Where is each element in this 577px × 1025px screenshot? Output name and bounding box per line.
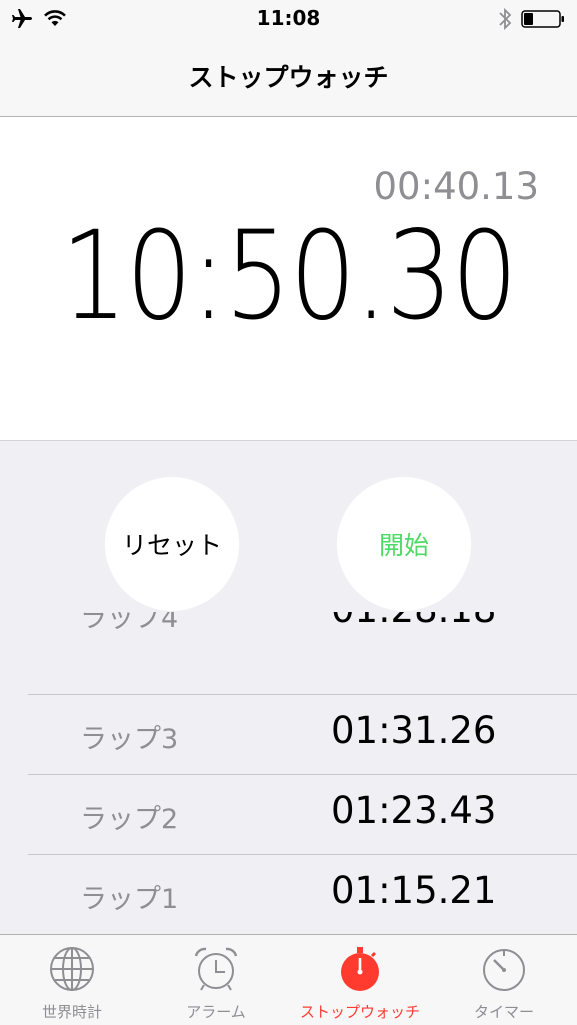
- lap-label: ラップ3: [80, 724, 179, 755]
- page-title: ストップウォッチ: [188, 63, 389, 92]
- tab-world-clock[interactable]: 世界時計: [0, 935, 144, 1025]
- stopwatch-icon: [341, 947, 379, 991]
- tab-label: タイマー: [473, 1003, 534, 1021]
- nav-bar: ストップウォッチ: [0, 38, 577, 117]
- list-item: ラップ3 01:31.26: [28, 694, 577, 774]
- bluetooth-icon: [499, 7, 512, 31]
- timer-icon: [483, 949, 525, 991]
- list-item: ラップ1 01:15.21: [28, 854, 577, 934]
- timer-display: 00:40.13 10:50.30: [0, 117, 577, 441]
- lap-time: 01:31.26: [331, 709, 497, 752]
- tab-alarm[interactable]: アラーム: [144, 935, 288, 1025]
- current-lap-time: 00:40.13: [373, 165, 539, 208]
- lap-list[interactable]: ラップ4 01:28.18 ラップ3 01:31.26 ラップ2 01:23.4…: [28, 612, 577, 935]
- reset-button[interactable]: リセット: [105, 477, 239, 611]
- tab-label: ストップウォッチ: [299, 1003, 420, 1021]
- lap-time: 01:28.18: [331, 612, 496, 631]
- tab-stopwatch[interactable]: ストップウォッチ: [288, 935, 432, 1025]
- tab-timer[interactable]: タイマー: [432, 935, 576, 1025]
- list-item: ラップ4 01:28.18: [28, 612, 577, 654]
- lap-label: ラップ1: [80, 884, 179, 915]
- lap-label: ラップ2: [80, 804, 179, 835]
- start-button[interactable]: 開始: [337, 477, 471, 611]
- status-bar: 11:08: [0, 0, 577, 38]
- total-elapsed-time: 10:50.30: [60, 205, 518, 347]
- lap-label: ラップ4: [80, 612, 179, 634]
- tab-label: アラーム: [186, 1003, 246, 1021]
- tab-label: 世界時計: [41, 1003, 102, 1021]
- lap-time: 01:15.21: [331, 869, 497, 912]
- lap-time: 01:23.43: [331, 789, 497, 832]
- tab-bar: 世界時計 アラーム ストップウォッチ タイマー: [0, 934, 577, 1025]
- list-item: ラップ2 01:23.43: [28, 774, 577, 854]
- globe-icon: [50, 947, 94, 991]
- status-time: 11:08: [256, 6, 321, 30]
- alarm-clock-icon: [194, 947, 238, 991]
- battery-icon: [521, 10, 564, 28]
